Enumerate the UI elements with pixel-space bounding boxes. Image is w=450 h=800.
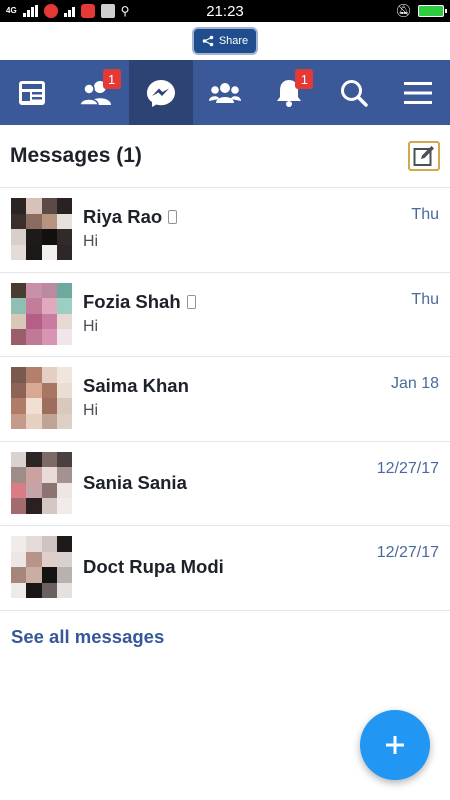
thread-name: Fozia Shah xyxy=(83,291,440,313)
thread-saima-khan[interactable]: Saima Khan Hi Jan 18 xyxy=(0,357,450,442)
thread-time: Jan 18 xyxy=(390,375,439,392)
avatar xyxy=(11,198,72,260)
news-feed-icon xyxy=(19,80,46,105)
see-all-messages-link[interactable]: See all messages xyxy=(11,626,164,648)
thread-body: Fozia Shah Hi xyxy=(83,283,440,336)
thread-name-text: Fozia Shah xyxy=(83,290,181,312)
thread-snippet: Hi xyxy=(83,402,99,419)
usb-icon: ⚲ xyxy=(120,4,130,18)
page-title: Messages (1) xyxy=(10,144,142,167)
nav-friend-requests[interactable]: 1 xyxy=(64,60,128,125)
compose-icon xyxy=(413,146,434,166)
thread-name-text: Riya Rao xyxy=(83,206,163,227)
thread-time: 12/27/17 xyxy=(376,544,439,561)
signal-icon xyxy=(22,5,38,17)
thread-doct-rupa-modi[interactable]: Doct Rupa Modi 12/27/17 xyxy=(0,526,450,611)
thread-body: Saima Khan Hi xyxy=(83,367,440,420)
thread-name-text: Sania Sania xyxy=(83,471,187,493)
thread-body: Riya Rao Hi xyxy=(83,198,440,251)
share-label: Share xyxy=(218,35,249,47)
mobile-icon xyxy=(186,294,196,309)
search-icon xyxy=(340,79,368,107)
share-strip: Share xyxy=(0,22,450,60)
thread-fozia-shah[interactable]: Fozia Shah Hi Thu xyxy=(0,273,450,357)
thread-snippet: Hi xyxy=(83,233,99,250)
status-bar-left: 4G ⚲ xyxy=(6,4,129,18)
thread-name-text: Saima Khan xyxy=(83,375,189,396)
thread-time: Thu xyxy=(411,206,439,223)
menu-icon xyxy=(403,81,432,104)
nav-news-feed[interactable] xyxy=(0,60,64,125)
avatar xyxy=(11,367,72,429)
nav-groups[interactable] xyxy=(193,60,257,125)
nav-search[interactable] xyxy=(321,60,385,125)
notifications-badge: 1 xyxy=(295,69,314,89)
thread-snippet: Hi xyxy=(83,317,99,335)
thread-name: Saima Khan xyxy=(83,375,440,397)
network-type: 4G xyxy=(6,6,17,15)
messages-header: Messages (1) xyxy=(0,125,450,188)
avatar xyxy=(11,282,72,345)
mute-icon: 🔕︎ xyxy=(395,3,412,18)
share-icon xyxy=(202,35,214,47)
new-message-fab[interactable] xyxy=(360,710,430,780)
avatar xyxy=(11,451,72,514)
mobile-icon xyxy=(168,210,178,224)
thread-time: Thu xyxy=(411,290,439,308)
nav-menu[interactable] xyxy=(386,60,450,125)
thread-name: Riya Rao xyxy=(83,206,440,228)
vodafone-icon xyxy=(43,4,58,18)
thread-sania-sania[interactable]: Sania Sania 12/27/17 xyxy=(0,442,450,526)
status-bar-right: 🔕︎ xyxy=(395,3,447,19)
friend-requests-badge: 1 xyxy=(102,69,121,89)
avatar xyxy=(11,536,72,598)
top-nav-bar: 1 1 xyxy=(0,60,450,125)
compose-button[interactable] xyxy=(408,141,440,171)
airtel-icon xyxy=(80,4,95,18)
thread-riya-rao[interactable]: Riya Rao Hi Thu xyxy=(0,188,450,273)
message-thread-list: Riya Rao Hi Thu Fozia Shah Hi Thu Saima … xyxy=(0,188,450,611)
status-bar: 4G ⚲ 21:23 🔕︎ xyxy=(0,0,450,22)
nav-messages[interactable] xyxy=(128,60,193,125)
gallery-icon xyxy=(100,4,115,18)
groups-icon xyxy=(208,82,241,103)
nav-notifications[interactable]: 1 xyxy=(257,60,321,125)
thread-name-text: Doct Rupa Modi xyxy=(83,556,224,577)
battery-icon xyxy=(418,5,447,17)
messenger-icon xyxy=(146,79,175,107)
signal-icon-2 xyxy=(63,5,75,17)
plus-icon xyxy=(386,736,404,754)
thread-time: 12/27/17 xyxy=(376,459,439,477)
share-button[interactable]: Share xyxy=(192,27,258,55)
